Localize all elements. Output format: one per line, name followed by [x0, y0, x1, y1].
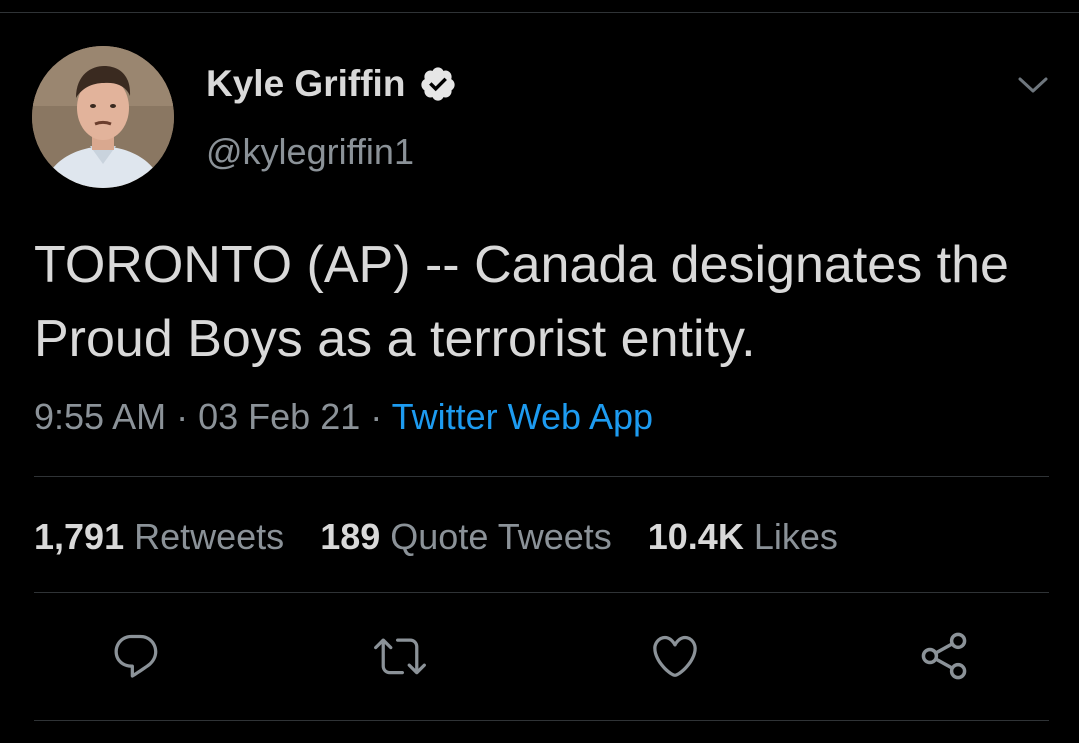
divider [34, 476, 1049, 477]
meta-separator: · [370, 396, 383, 437]
divider [34, 720, 1049, 721]
profile-photo [32, 46, 174, 188]
tweet-text: TORONTO (AP) -- Canada designates the Pr… [34, 236, 1009, 368]
action-bar [0, 628, 1079, 688]
heart-icon [653, 635, 697, 677]
tweet-metadata: 9:55 AM · 03 Feb 21 · Twitter Web App [34, 394, 653, 440]
verified-badge-icon [419, 65, 457, 103]
quote-tweets-stat[interactable]: 189 Quote Tweets [320, 514, 612, 560]
tweet-time[interactable]: 9:55 AM [34, 396, 166, 437]
likes-label: Likes [753, 516, 838, 557]
likes-count: 10.4K [647, 516, 744, 557]
tweet-date[interactable]: 03 Feb 21 [198, 396, 360, 437]
retweets-label: Retweets [134, 516, 285, 557]
avatar[interactable] [32, 46, 174, 188]
reply-button[interactable] [108, 628, 164, 684]
like-button[interactable] [647, 628, 703, 684]
retweets-count: 1,791 [34, 516, 125, 557]
quote-tweets-count: 189 [320, 516, 381, 557]
likes-stat[interactable]: 10.4K Likes [648, 514, 838, 560]
tweet-source-link[interactable]: Twitter Web App [392, 396, 653, 437]
reply-icon [114, 634, 158, 678]
engagement-stats: 1,791 Retweets 189 Quote Tweets 10.4K Li… [34, 514, 838, 560]
divider [34, 592, 1049, 593]
author-name-row[interactable]: Kyle Griffin [206, 62, 457, 106]
quote-tweets-label: Quote Tweets [390, 516, 612, 557]
share-icon [921, 632, 967, 680]
author-handle[interactable]: @kylegriffin1 [206, 130, 414, 174]
meta-separator: · [176, 396, 189, 437]
author-display-name[interactable]: Kyle Griffin [206, 62, 405, 106]
share-button[interactable] [916, 628, 972, 684]
top-divider [0, 12, 1079, 13]
retweet-icon [374, 638, 426, 675]
chevron-down-icon[interactable] [1014, 70, 1052, 100]
retweet-button[interactable] [372, 628, 428, 684]
retweets-stat[interactable]: 1,791 Retweets [34, 514, 284, 560]
